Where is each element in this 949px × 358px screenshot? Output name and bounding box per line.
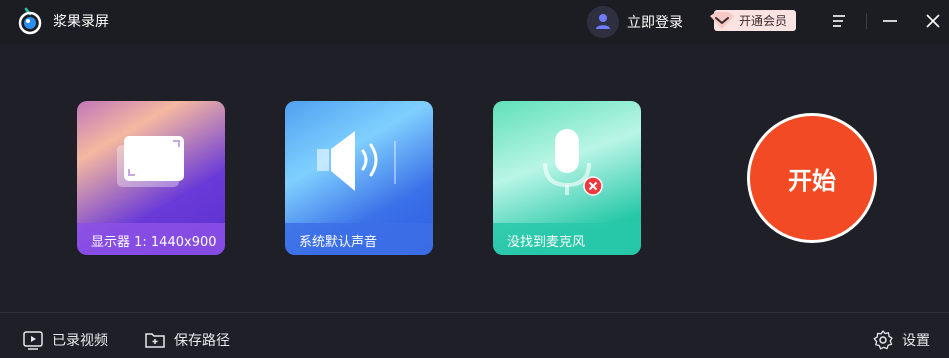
microphone-label: 没找到麦克风	[507, 235, 586, 250]
microphone-icon	[543, 129, 591, 195]
error-icon	[583, 176, 603, 196]
title-bar: 浆果录屏 立即登录 开通会员	[0, 0, 949, 44]
app-logo-icon	[18, 7, 42, 35]
speaker-icon	[317, 131, 396, 191]
display-label: 显示器 1: 1440x900	[91, 235, 217, 250]
audio-label: 系统默认声音	[299, 235, 378, 250]
menu-icon[interactable]	[826, 8, 852, 34]
minimize-icon[interactable]	[877, 8, 903, 34]
folder-icon	[145, 333, 165, 348]
app-title: 浆果录屏	[53, 14, 109, 30]
recorded-videos-button[interactable]: 已录视频	[22, 327, 108, 353]
diamond-icon	[710, 12, 734, 29]
start-label: 开始	[788, 166, 836, 195]
user-avatar[interactable]	[587, 6, 619, 38]
gear-icon	[873, 330, 893, 350]
save-path-label: 保存路径	[174, 333, 230, 349]
vip-button[interactable]: 开通会员	[708, 10, 796, 31]
titlebar-separator	[866, 13, 867, 29]
video-icon	[23, 331, 43, 350]
vip-label: 开通会员	[739, 14, 788, 28]
settings-label: 设置	[902, 333, 930, 349]
save-path-button[interactable]: 保存路径	[144, 327, 230, 353]
user-icon	[596, 14, 610, 29]
footer-separator	[0, 312, 949, 313]
recorded-videos-label: 已录视频	[52, 333, 108, 349]
card-footer: 系统默认声音	[285, 223, 433, 255]
close-icon[interactable]	[920, 8, 946, 34]
login-link[interactable]: 立即登录	[627, 12, 683, 32]
microphone-source-card[interactable]: 没找到麦克风	[493, 101, 641, 255]
screen-icon	[117, 136, 184, 187]
card-footer: 没找到麦克风	[493, 223, 641, 255]
card-footer: 显示器 1: 1440x900	[77, 223, 225, 255]
start-button[interactable]: 开始	[747, 113, 877, 243]
display-source-card[interactable]: 显示器 1: 1440x900	[77, 101, 225, 255]
audio-source-card[interactable]: 系统默认声音	[285, 101, 433, 255]
settings-button[interactable]: 设置	[872, 327, 930, 353]
